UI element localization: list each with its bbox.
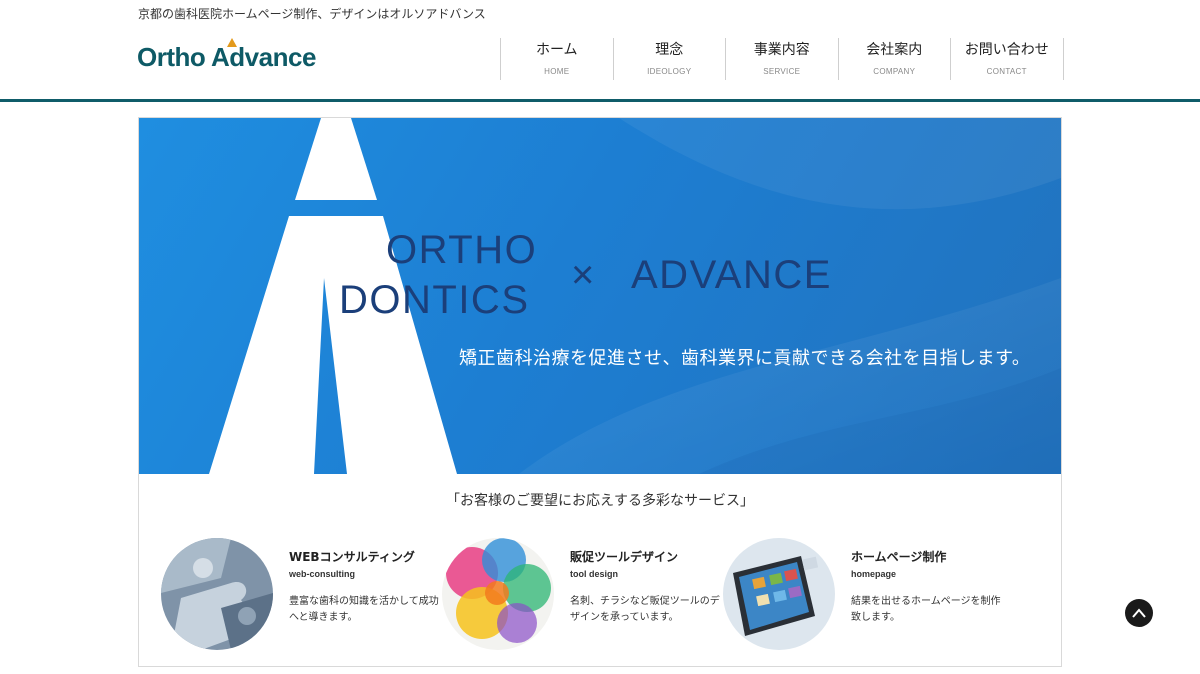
service-description: 結果を出せるホームページを制作致します。 [851, 596, 1001, 623]
service-homepage[interactable]: ホームページ制作 homepage 結果を出せるホームページを制作致します。 [723, 538, 1001, 653]
nav-sublabel: CONTACT [986, 67, 1027, 76]
chevron-up-icon [1132, 608, 1146, 618]
service-title: WEBコンサルティング [289, 550, 415, 564]
site-logo[interactable]: Ortho Advance [137, 38, 316, 72]
service-image-watercolor [442, 538, 554, 650]
nav-item-ideology[interactable]: 理念 IDEOLOGY [614, 38, 726, 80]
main-nav: ホーム HOME 理念 IDEOLOGY 事業内容 SERVICE 会社案内 C… [500, 38, 1064, 80]
service-subtitle: web-consulting [289, 569, 355, 579]
nav-sublabel: HOME [544, 67, 570, 76]
nav-label: 理念 [655, 42, 684, 58]
logo-accent-triangle [227, 38, 237, 47]
service-subtitle: homepage [851, 569, 897, 579]
back-to-top-button[interactable] [1125, 599, 1153, 627]
nav-item-contact[interactable]: お問い合わせ CONTACT [951, 38, 1064, 80]
main-content: ORTHO DONTICS × ADVANCE 矯正歯科治療を促進させ、歯科業界… [138, 117, 1062, 667]
service-description: 豊富な歯科の知識を活かして成功へと導きます。 [289, 596, 439, 623]
nav-label: お問い合わせ [964, 42, 1049, 58]
hero-word-ortho: ORTHO [386, 228, 537, 272]
nav-item-company[interactable]: 会社案内 COMPANY [839, 38, 951, 80]
service-tool-design[interactable]: 販促ツールデザイン tool design 名刺、チラシなど販促ツールのデザイン… [442, 538, 720, 653]
page: 京都の歯科医院ホームページ制作、デザインはオルソアドバンス Ortho Adva… [0, 0, 1200, 674]
hero-word-dontics: DONTICS [339, 278, 530, 322]
header-divider [0, 99, 1200, 102]
nav-item-service[interactable]: 事業内容 SERVICE [726, 38, 839, 80]
service-description: 名刺、チラシなど販促ツールのデザインを承っています。 [570, 596, 720, 623]
service-title: 販促ツールデザイン [570, 550, 679, 564]
service-image-tablet [723, 538, 835, 650]
hero-word-advance: ADVANCE [631, 253, 832, 297]
nav-sublabel: IDEOLOGY [647, 67, 692, 76]
nav-label: 会社案内 [866, 42, 923, 58]
hero-cross: × [571, 253, 594, 297]
hero-banner: ORTHO DONTICS × ADVANCE 矯正歯科治療を促進させ、歯科業界… [139, 118, 1061, 474]
hero-letter-a-top [295, 118, 377, 200]
services-heading: 「お客様のご要望にお応えする多彩なサービス」 [446, 493, 754, 509]
service-subtitle: tool design [570, 569, 618, 579]
service-image-puzzle [161, 538, 273, 650]
service-title: ホームページ制作 [851, 550, 947, 564]
nav-label: 事業内容 [753, 42, 810, 58]
hero-wave [619, 118, 1061, 210]
nav-sublabel: COMPANY [873, 67, 916, 76]
hero-copy: 矯正歯科治療を促進させ、歯科業界に貢献できる会社を目指します。 [459, 348, 1031, 369]
nav-item-home[interactable]: ホーム HOME [501, 38, 614, 80]
hero-graphic: ORTHO DONTICS × ADVANCE [209, 118, 1061, 474]
service-web-consulting[interactable]: WEBコンサルティング web-consulting 豊富な歯科の知識を活かして… [161, 538, 439, 653]
nav-sublabel: SERVICE [763, 67, 801, 76]
site-tagline: 京都の歯科医院ホームページ制作、デザインはオルソアドバンス [138, 7, 486, 21]
nav-label: ホーム [535, 42, 578, 58]
